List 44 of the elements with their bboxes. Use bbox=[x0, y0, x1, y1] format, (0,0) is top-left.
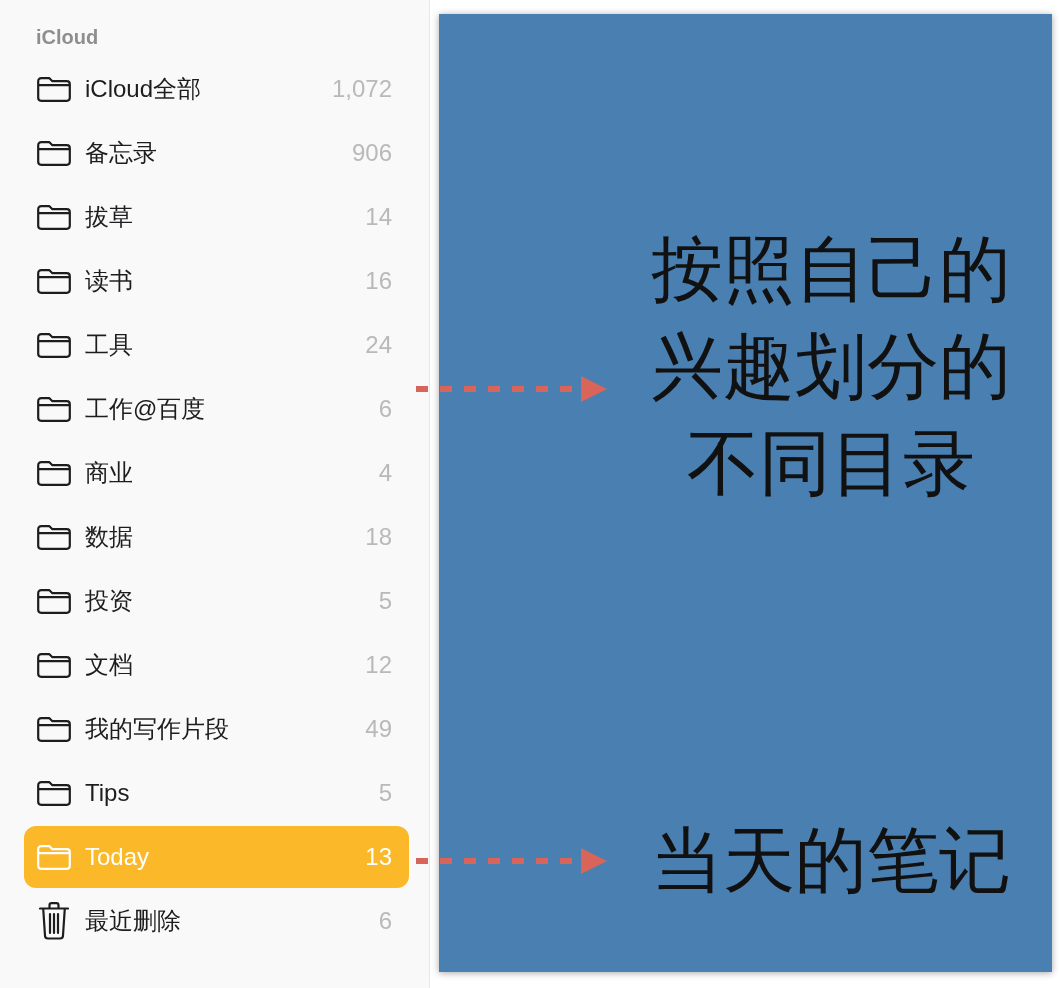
folder-icon bbox=[36, 587, 72, 615]
note-count: 5 bbox=[378, 586, 392, 616]
sidebar-item[interactable]: 我的写作片段 49 bbox=[24, 698, 409, 760]
sidebar-item[interactable]: 备忘录 906 bbox=[24, 122, 409, 184]
folder-icon bbox=[36, 651, 72, 679]
folder-icon bbox=[36, 779, 72, 807]
sidebar-item[interactable]: 投资 5 bbox=[24, 570, 409, 632]
folder-icon bbox=[36, 715, 72, 743]
folder-icon bbox=[36, 395, 72, 423]
note-count: 16 bbox=[365, 266, 392, 296]
note-count: 49 bbox=[365, 714, 392, 744]
sidebar-item[interactable]: 数据 18 bbox=[24, 506, 409, 568]
note-count: 4 bbox=[378, 458, 392, 488]
annotation-text: 按照自己的兴趣划分的不同目录 bbox=[650, 226, 1012, 507]
folder-icon bbox=[36, 523, 72, 551]
note-count: 13 bbox=[365, 842, 392, 872]
sidebar-item[interactable]: 文档 12 bbox=[24, 634, 409, 696]
folder-icon bbox=[36, 459, 72, 487]
trash-icon bbox=[39, 902, 69, 940]
note-count: 5 bbox=[378, 778, 392, 808]
note-count: 24 bbox=[365, 330, 392, 360]
folder-icon bbox=[36, 203, 72, 231]
folder-icon bbox=[36, 139, 72, 167]
note-count: 906 bbox=[351, 138, 392, 168]
sidebar-item[interactable]: 商业 4 bbox=[24, 442, 409, 504]
sidebar-item[interactable]: Tips 5 bbox=[24, 762, 409, 824]
sidebar-item[interactable]: 拔草 14 bbox=[24, 186, 409, 248]
sidebar-item[interactable]: 读书 16 bbox=[24, 250, 409, 312]
section-header: iCloud bbox=[36, 25, 99, 49]
note-count: 6 bbox=[378, 394, 392, 424]
note-count: 6 bbox=[378, 906, 392, 936]
sidebar-item[interactable]: 工具 24 bbox=[24, 314, 409, 376]
folder-icon bbox=[36, 75, 72, 103]
annotation-text: 当天的笔记 bbox=[650, 817, 1012, 904]
folder-icon bbox=[36, 331, 72, 359]
note-count: 18 bbox=[365, 522, 392, 552]
folder-icon bbox=[36, 843, 72, 871]
sidebar-item[interactable]: iCloud全部 1,072 bbox=[24, 58, 409, 120]
sidebar-item[interactable]: 工作@百度 6 bbox=[24, 378, 409, 440]
note-count: 1,072 bbox=[331, 74, 392, 104]
sidebar-item[interactable]: 最近删除 6 bbox=[24, 890, 409, 952]
note-count: 14 bbox=[365, 202, 392, 232]
folder-icon bbox=[36, 267, 72, 295]
note-count: 12 bbox=[365, 650, 392, 680]
